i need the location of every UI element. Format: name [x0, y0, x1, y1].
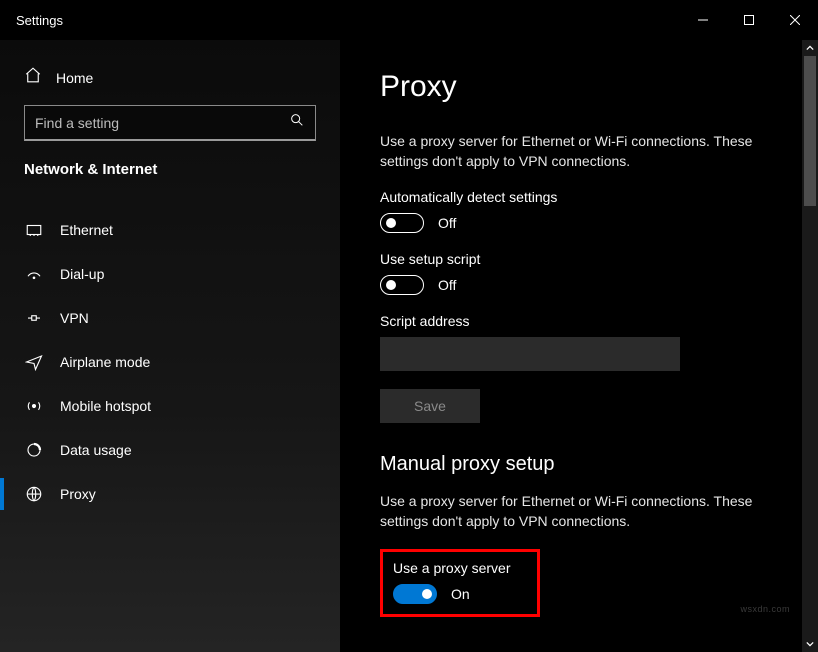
proxy-description: Use a proxy server for Ethernet or Wi-Fi…: [380, 132, 778, 171]
sidebar: Home Network & Internet Ethernet: [0, 40, 340, 652]
proxy-icon: [24, 485, 44, 503]
auto-detect-state: Off: [438, 215, 456, 231]
sidebar-item-label: Proxy: [60, 486, 96, 502]
setup-script-state: Off: [438, 277, 456, 293]
close-icon: [790, 15, 800, 25]
setup-script-toggle[interactable]: [380, 275, 424, 295]
use-proxy-state: On: [451, 586, 470, 602]
vertical-scrollbar[interactable]: [802, 40, 818, 652]
auto-detect-label: Automatically detect settings: [380, 189, 778, 205]
home-icon: [24, 66, 42, 89]
sidebar-item-hotspot[interactable]: Mobile hotspot: [0, 384, 340, 428]
window-controls: [680, 4, 818, 36]
home-link[interactable]: Home: [0, 58, 340, 105]
sidebar-item-label: Mobile hotspot: [60, 398, 151, 414]
page-title: Proxy: [380, 70, 778, 104]
sidebar-section-title: Network & Internet: [0, 161, 340, 198]
scrollbar-thumb[interactable]: [804, 56, 816, 206]
sidebar-item-datausage[interactable]: Data usage: [0, 428, 340, 472]
scrollbar-track[interactable]: [802, 56, 818, 636]
settings-window: Settings Home: [0, 0, 818, 652]
script-address-input[interactable]: [380, 337, 680, 371]
sidebar-nav: Ethernet Dial-up VPN Airplane mode Mobil…: [0, 208, 340, 516]
save-button[interactable]: Save: [380, 389, 480, 423]
setup-script-label: Use setup script: [380, 251, 778, 267]
window-body: Home Network & Internet Ethernet: [0, 40, 818, 652]
main-panel: Proxy Use a proxy server for Ethernet or…: [340, 40, 818, 652]
titlebar: Settings: [0, 0, 818, 40]
search-icon: [289, 112, 305, 133]
auto-detect-toggle[interactable]: [380, 213, 424, 233]
manual-proxy-heading: Manual proxy setup: [380, 453, 778, 476]
auto-detect-toggle-row: Off: [380, 213, 778, 233]
setup-script-toggle-row: Off: [380, 275, 778, 295]
use-proxy-label: Use a proxy server: [393, 560, 527, 576]
use-proxy-toggle-row: On: [393, 584, 527, 604]
maximize-icon: [744, 15, 754, 25]
sidebar-item-label: Airplane mode: [60, 354, 150, 370]
search-box[interactable]: [24, 105, 316, 141]
search-input[interactable]: [35, 115, 289, 131]
home-label: Home: [56, 70, 93, 86]
highlighted-region: Use a proxy server On: [380, 549, 540, 617]
main-content: Proxy Use a proxy server for Ethernet or…: [340, 40, 818, 652]
sidebar-item-vpn[interactable]: VPN: [0, 296, 340, 340]
data-usage-icon: [24, 441, 44, 459]
sidebar-item-airplane[interactable]: Airplane mode: [0, 340, 340, 384]
script-address-label: Script address: [380, 313, 778, 329]
use-proxy-toggle[interactable]: [393, 584, 437, 604]
sidebar-item-label: VPN: [60, 310, 89, 326]
scroll-down-arrow-icon[interactable]: [802, 636, 818, 652]
maximize-button[interactable]: [726, 4, 772, 36]
window-title: Settings: [16, 13, 63, 28]
search-wrap: [0, 105, 340, 161]
ethernet-icon: [24, 221, 44, 239]
minimize-icon: [698, 15, 708, 25]
watermark: wsxdn.com: [740, 604, 790, 614]
sidebar-item-proxy[interactable]: Proxy: [0, 472, 340, 516]
scroll-up-arrow-icon[interactable]: [802, 40, 818, 56]
sidebar-item-label: Ethernet: [60, 222, 113, 238]
minimize-button[interactable]: [680, 4, 726, 36]
sidebar-item-dialup[interactable]: Dial-up: [0, 252, 340, 296]
dialup-icon: [24, 265, 44, 283]
close-button[interactable]: [772, 4, 818, 36]
sidebar-item-ethernet[interactable]: Ethernet: [0, 208, 340, 252]
sidebar-item-label: Dial-up: [60, 266, 104, 282]
airplane-icon: [24, 353, 44, 371]
vpn-icon: [24, 309, 44, 327]
manual-proxy-description: Use a proxy server for Ethernet or Wi-Fi…: [380, 492, 778, 531]
sidebar-item-label: Data usage: [60, 442, 132, 458]
hotspot-icon: [24, 397, 44, 415]
